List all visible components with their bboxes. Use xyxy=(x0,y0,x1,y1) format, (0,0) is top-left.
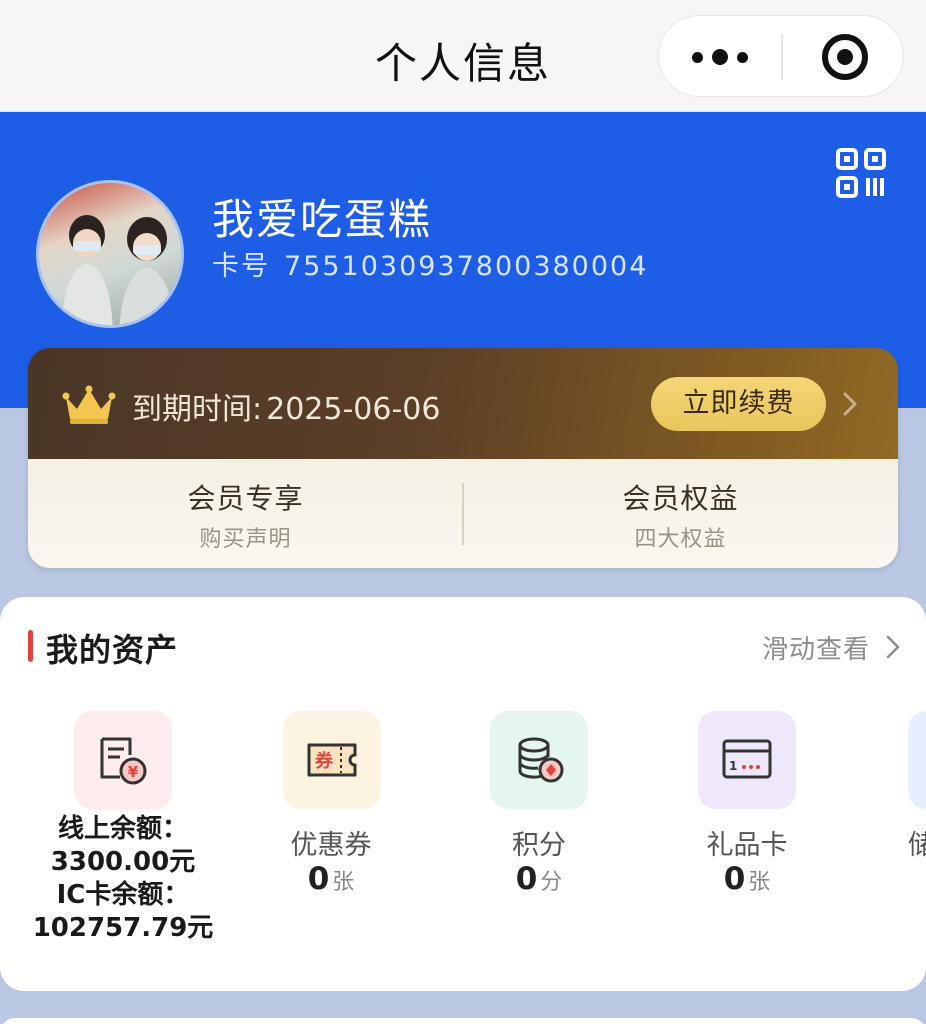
perk-title: 会员专享 xyxy=(187,482,304,515)
gift-card-tile[interactable]: 1 xyxy=(698,711,796,809)
coupon-count: 0 xyxy=(307,861,330,897)
expiry-text: 到期时间: 2025-06-06 xyxy=(132,384,440,428)
next-section-card xyxy=(0,1018,926,1024)
crown-icon xyxy=(62,385,116,424)
gift-card-value: 0张 xyxy=(647,861,847,897)
online-balance-value: 3300.00元 xyxy=(50,847,196,877)
partial-asset-label: 储 xyxy=(908,830,926,861)
ic-balance-label: IC卡余额： xyxy=(56,880,190,910)
online-balance-label: 线上余额： xyxy=(57,814,188,844)
balance-text: 线上余额： 3300.00元 IC卡余额： 102757.79元 xyxy=(30,813,216,945)
gift-card-unit: 张 xyxy=(748,870,771,895)
nav-bar: 个人信息 xyxy=(0,0,926,112)
coupon-unit: 张 xyxy=(332,870,355,895)
card-number-row: 卡号 7551030937800380004 xyxy=(212,244,648,283)
perk-benefits[interactable]: 会员权益 四大权益 xyxy=(463,477,898,553)
membership-perks: 会员专享 购买声明 会员权益 四大权益 xyxy=(28,459,898,568)
capsule-divider xyxy=(781,34,783,80)
gift-card-count: 0 xyxy=(723,861,746,897)
perk-subtitle: 四大权益 xyxy=(634,527,727,552)
membership-expiry-bar: 到期时间: 2025-06-06 立即续费 xyxy=(28,348,898,459)
perk-title: 会员权益 xyxy=(622,482,739,515)
perk-exclusive[interactable]: 会员专享 购买声明 xyxy=(28,477,463,553)
svg-text:券: 券 xyxy=(314,750,334,772)
perk-subtitle: 购买声明 xyxy=(199,527,292,552)
expiry-label: 到期时间: xyxy=(132,392,263,427)
points-coins-icon xyxy=(518,737,564,783)
assets-card: 我的资产 滑动查看 ¥ 线上余额： 3300.00元 IC卡余额： 102757… xyxy=(0,597,926,991)
expiry-date: 2025-06-06 xyxy=(266,392,441,427)
points-label: 积分 xyxy=(512,830,566,861)
mini-program-capsule xyxy=(658,15,904,97)
chevron-right-icon[interactable] xyxy=(884,633,902,661)
coupon-icon: 券 xyxy=(307,743,357,777)
chevron-right-icon[interactable] xyxy=(840,390,860,418)
username: 我爱吃蛋糕 xyxy=(212,195,433,244)
points-unit: 分 xyxy=(540,870,563,895)
card-number: 7551030937800380004 xyxy=(284,251,649,282)
coupon-tile[interactable]: 券 xyxy=(283,711,381,809)
partial-asset-tile[interactable] xyxy=(908,711,926,809)
section-accent-bar xyxy=(28,630,33,662)
membership-card: 到期时间: 2025-06-06 立即续费 会员专享 购买声明 会员权益 四大权益 xyxy=(28,348,898,568)
renew-button[interactable]: 立即续费 xyxy=(651,377,826,431)
coupon-label: 优惠券 xyxy=(290,830,372,861)
wallet-bill-icon: ¥ xyxy=(100,737,147,785)
ic-balance-value: 102757.79元 xyxy=(32,913,214,943)
coupon-value: 0张 xyxy=(231,861,431,897)
points-count: 0 xyxy=(515,861,538,897)
avatar[interactable] xyxy=(36,180,184,328)
more-dots-icon[interactable] xyxy=(659,16,781,98)
target-circle-icon[interactable] xyxy=(822,34,868,80)
qr-code-icon[interactable] xyxy=(835,147,887,199)
gift-card-label: 礼品卡 xyxy=(706,830,788,861)
card-number-label: 卡号 xyxy=(212,251,270,282)
svg-text:¥: ¥ xyxy=(128,763,139,781)
points-tile[interactable] xyxy=(490,711,588,809)
gift-card-icon: 1 xyxy=(722,739,772,779)
svg-text:1: 1 xyxy=(729,759,737,773)
balance-tile[interactable]: ¥ xyxy=(74,711,172,809)
slide-hint[interactable]: 滑动查看 xyxy=(762,629,870,666)
points-value: 0分 xyxy=(439,861,639,897)
assets-title: 我的资产 xyxy=(46,631,179,669)
